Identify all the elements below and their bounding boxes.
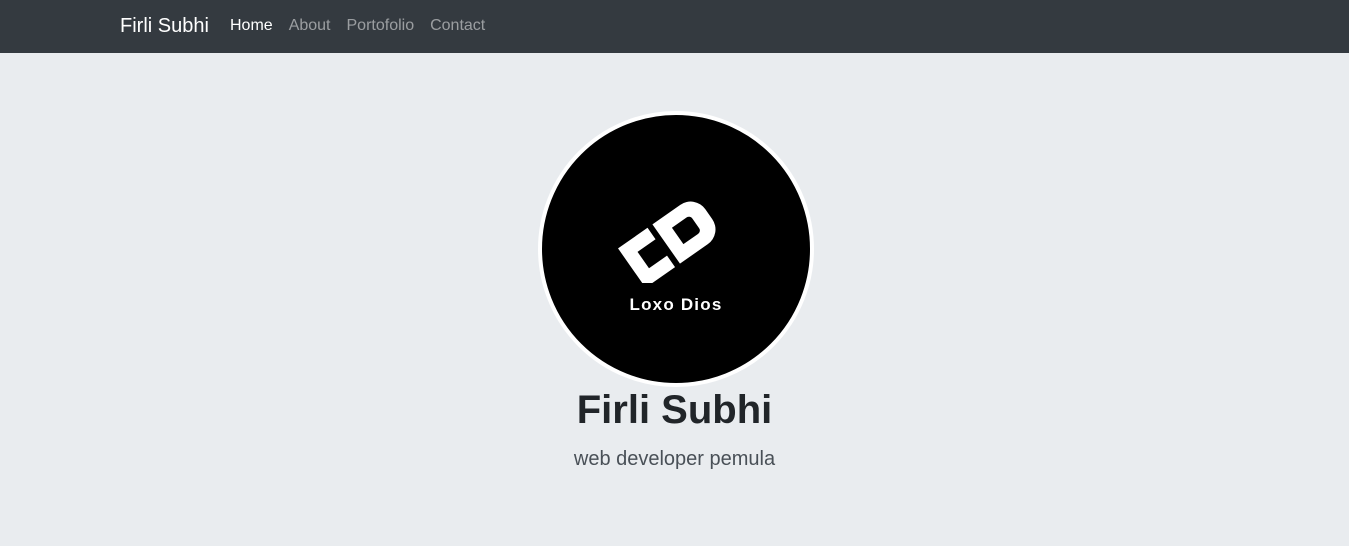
nav-links: Home About Portofolio Contact [230,16,501,36]
avatar-logo-text: Loxo Dios [629,295,723,314]
nav-link-portofolio[interactable]: Portofolio [347,16,415,36]
hero-section: Loxo Dios Firli Subhi web developer pemu… [0,53,1349,546]
nav-link-home[interactable]: Home [230,16,273,36]
hero-name: Firli Subhi [576,388,773,432]
avatar: Loxo Dios [538,111,814,387]
logo-mark-icon [618,201,716,283]
navbar: Firli Subhi Home About Portofolio Contac… [0,0,1349,53]
nav-link-about[interactable]: About [289,16,331,36]
navbar-brand[interactable]: Firli Subhi [120,14,209,38]
hero-tagline: web developer pemula [573,448,776,470]
nav-link-contact[interactable]: Contact [430,16,485,36]
